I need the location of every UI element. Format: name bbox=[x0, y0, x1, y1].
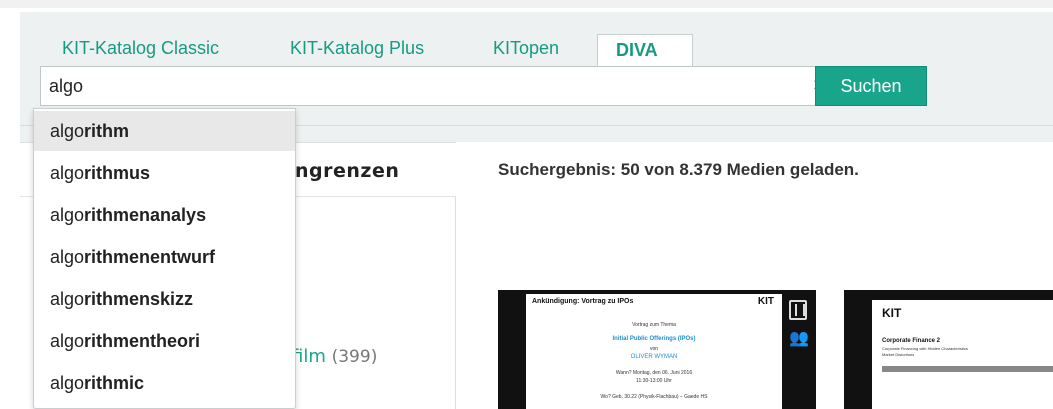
suggestion-completion: rithm bbox=[84, 121, 130, 141]
suggestion-item[interactable]: algorithmic bbox=[34, 363, 295, 403]
suggestion-completion: rithmenanalys bbox=[84, 205, 207, 225]
filter-item-count: (399) bbox=[331, 347, 378, 367]
suggestion-item[interactable]: algorithmus bbox=[34, 153, 295, 193]
slide-preview[interactable]: Ankündigung: Vortrag zu IPOs KIT Vortrag… bbox=[526, 294, 782, 409]
suggestion-typed: algo bbox=[50, 121, 85, 141]
slide-text: Wann? Montag, den 06. Juni 2016 bbox=[615, 370, 693, 376]
tab-kit-katalog-classic[interactable]: KIT-Katalog Classic bbox=[62, 36, 219, 68]
suggestion-item[interactable]: algorithmenentwurf bbox=[34, 237, 295, 277]
suggestion-typed: algo bbox=[50, 247, 85, 267]
suggestion-typed: algo bbox=[50, 163, 85, 183]
suggestion-completion: rithmic bbox=[84, 373, 145, 393]
suggestion-typed: algo bbox=[50, 205, 85, 225]
suggestion-item[interactable]: algorithmentheori bbox=[34, 321, 295, 361]
suggestion-typed: algo bbox=[50, 373, 85, 393]
slide-text: Initial Public Offerings (IPOs) bbox=[612, 336, 696, 342]
result-summary: Suchergebnis: 50 von 8.379 Medien gelade… bbox=[498, 160, 859, 179]
suggestion-item[interactable]: algorithmenskizz bbox=[34, 279, 295, 319]
filter-item-label: film bbox=[292, 346, 326, 367]
suggestion-completion: rithmenentwurf bbox=[84, 247, 216, 267]
slide-text: 11:30-13:00 Uhr bbox=[636, 378, 672, 384]
slide-title: Corporate Finance 2 bbox=[882, 338, 941, 344]
suggestion-item[interactable]: algorithmenanalys bbox=[34, 195, 295, 235]
autocomplete-dropdown: algorithm algorithmus algorithmenanalys … bbox=[33, 108, 296, 409]
kit-logo: KIT bbox=[882, 306, 902, 320]
tab-kit-katalog-plus[interactable]: KIT-Katalog Plus bbox=[290, 36, 424, 68]
slide-text: Vortrag zum Thema bbox=[632, 322, 676, 328]
suggestion-completion: rithmenskizz bbox=[84, 289, 194, 309]
slide-text: OLIVER WYMAN bbox=[630, 354, 678, 360]
suggestion-completion: rithmentheori bbox=[84, 331, 201, 351]
tab-kitopen[interactable]: KITopen bbox=[493, 36, 559, 68]
slide-preview[interactable]: KIT Corporate Finance 2 Corporate Financ… bbox=[872, 300, 1053, 409]
suggestion-typed: algo bbox=[50, 289, 85, 309]
filter-item-film[interactable]: film (399) bbox=[292, 346, 377, 367]
suggestion-item[interactable]: algorithm bbox=[34, 111, 295, 151]
suggestion-completion: rithmus bbox=[84, 163, 151, 183]
search-bar: ✖ Suchen bbox=[40, 66, 927, 106]
top-band bbox=[0, 0, 1053, 8]
slide-title: Ankündigung: Vortrag zu IPOs bbox=[532, 298, 634, 305]
people-icon: 👥 bbox=[789, 330, 809, 347]
slide-text: Wo? Geb. 30.22 (Physik-Flachbau) – Gaede… bbox=[600, 394, 708, 400]
slide-text: von bbox=[649, 346, 659, 352]
slide-text: Market Distortions bbox=[882, 352, 915, 357]
search-input[interactable] bbox=[49, 67, 799, 105]
slide-text: Corporate Financing with Hidden Characte… bbox=[882, 346, 968, 351]
film-icon bbox=[789, 300, 807, 320]
tab-diva[interactable]: DIVA bbox=[597, 34, 693, 70]
filter-heading: ingrenzen bbox=[288, 160, 400, 182]
search-button[interactable]: Suchen bbox=[815, 66, 927, 106]
slide-band bbox=[882, 366, 1053, 372]
kit-logo: KIT bbox=[757, 296, 774, 307]
suggestion-typed: algo bbox=[50, 331, 85, 351]
